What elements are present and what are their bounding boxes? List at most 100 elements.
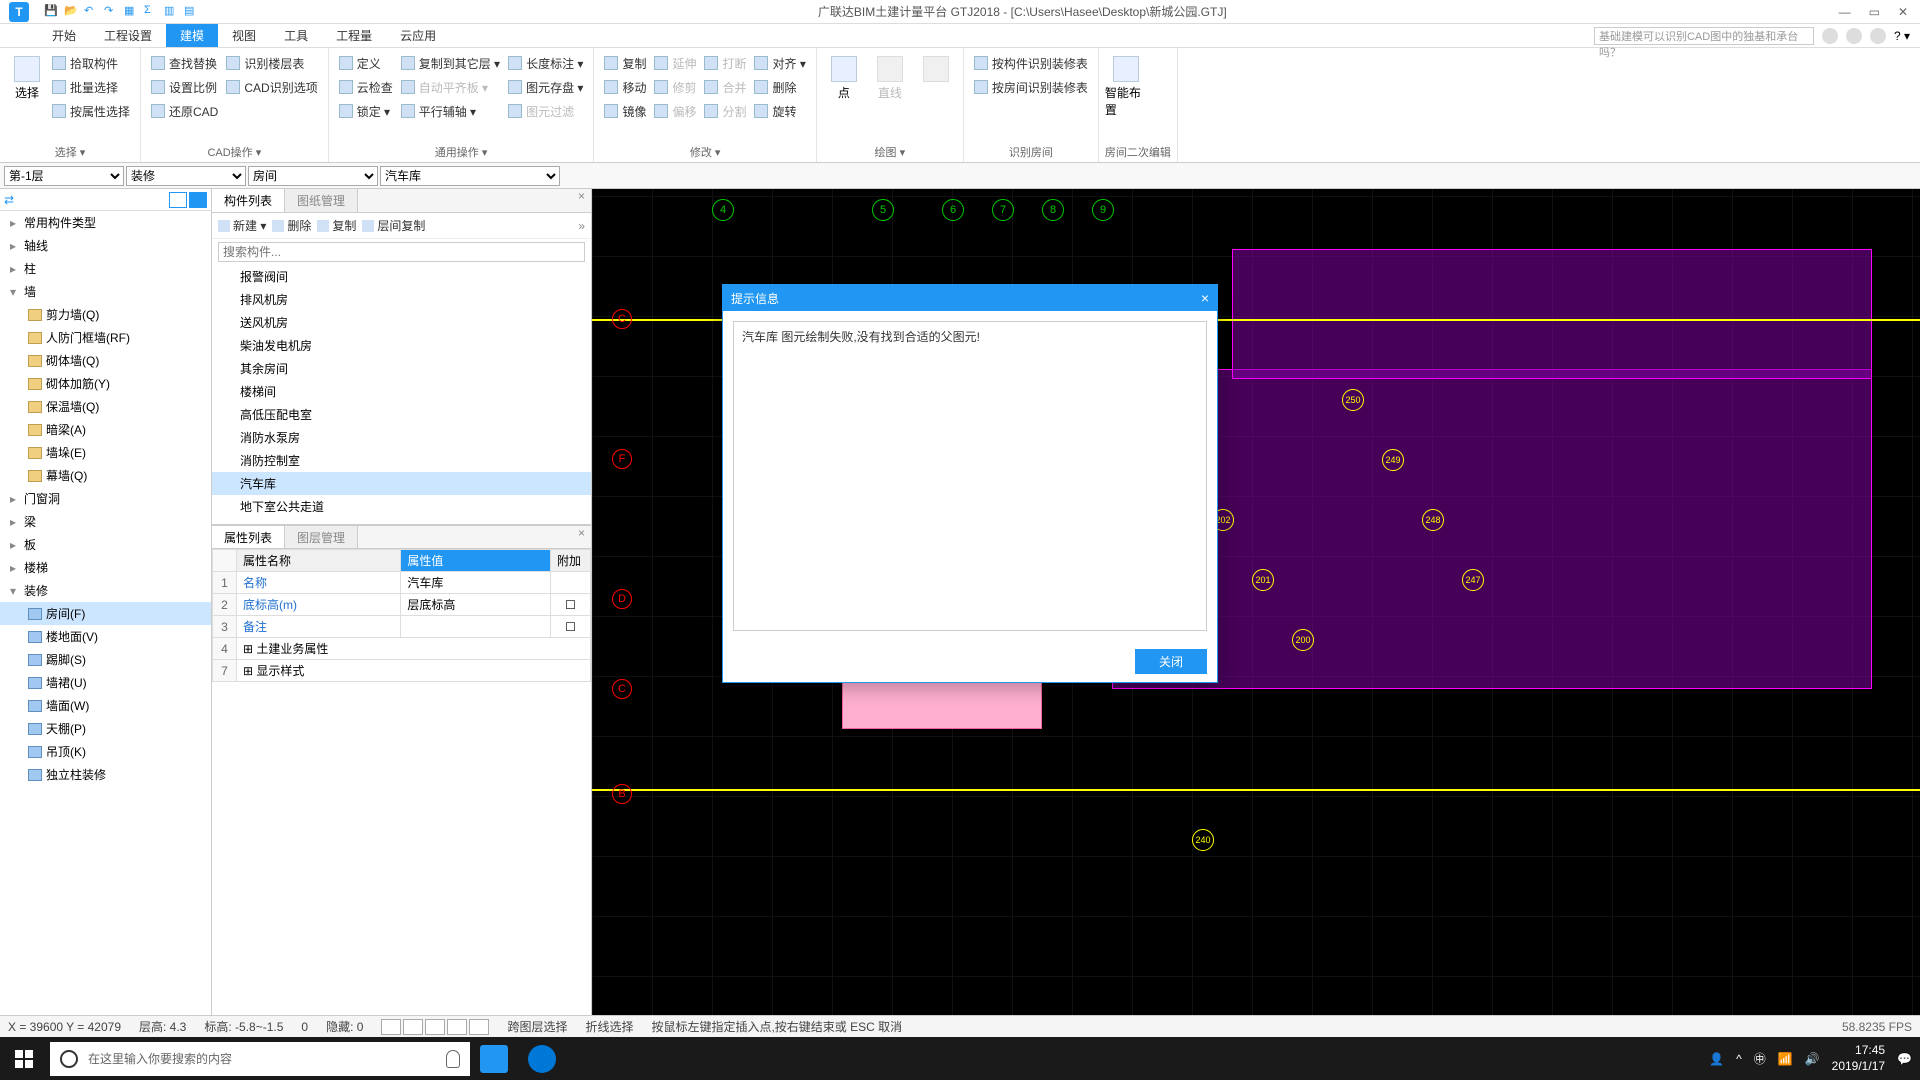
save-element-button[interactable]: 图元存盘 ▾ — [504, 76, 587, 98]
qat-redo-icon[interactable]: ↷ — [104, 4, 120, 20]
align-button[interactable]: 对齐 ▾ — [750, 52, 809, 74]
tree-curtain-wall[interactable]: 幕墙(Q) — [0, 464, 211, 487]
status-tool-button[interactable] — [447, 1019, 467, 1035]
list-item[interactable]: 排风机房 — [212, 288, 591, 311]
taskbar-app-edge[interactable] — [518, 1037, 566, 1080]
tree-column-decoration[interactable]: 独立柱装修 — [0, 763, 211, 786]
floor-select[interactable]: 第-1层 — [4, 166, 124, 186]
mirror-button[interactable]: 镜像 — [600, 100, 650, 122]
list-item[interactable]: 消防水泵房 — [212, 426, 591, 449]
list-item[interactable]: 楼梯间 — [212, 380, 591, 403]
maximize-icon[interactable]: ▭ — [1869, 5, 1880, 19]
cross-layer-select[interactable]: 跨图层选择 — [507, 1018, 567, 1035]
qat-icon[interactable]: ▦ — [124, 4, 140, 20]
cad-canvas[interactable]: 4 5 6 7 8 9 C F D C B 204 203 202 201 20… — [592, 189, 1920, 1037]
tree-insulation-wall[interactable]: 保温墙(Q) — [0, 395, 211, 418]
tab-quantity[interactable]: 工程量 — [322, 24, 386, 47]
length-dimension-button[interactable]: 长度标注 ▾ — [504, 52, 587, 74]
find-replace-button[interactable]: 查找替换 — [147, 52, 222, 74]
list-item[interactable]: 地下室公共走道 — [212, 495, 591, 518]
polyline-select[interactable]: 折线选择 — [585, 1018, 633, 1035]
tray-volume-icon[interactable]: 🔊 — [1805, 1052, 1820, 1066]
tree-door-window[interactable]: ▸门窗洞 — [0, 487, 211, 510]
tree-wall[interactable]: ▾墙 — [0, 280, 211, 303]
minimize-icon[interactable]: — — [1839, 5, 1851, 19]
tab-view[interactable]: 视图 — [218, 24, 270, 47]
list-item[interactable]: 高低压配电室 — [212, 403, 591, 426]
tab-cloud[interactable]: 云应用 — [386, 24, 450, 47]
define-button[interactable]: 定义 — [335, 52, 397, 74]
status-tool-button[interactable] — [403, 1019, 423, 1035]
identify-by-component-button[interactable]: 按构件识别装修表 — [970, 52, 1092, 74]
dialog-close-button[interactable]: 关闭 — [1135, 649, 1207, 674]
tray-ime-icon[interactable]: ㊥ — [1754, 1050, 1766, 1067]
taskbar-search[interactable]: 在这里输入你要搜索的内容 — [50, 1042, 470, 1076]
status-tool-button[interactable] — [469, 1019, 489, 1035]
component-list-tab[interactable]: 构件列表 — [212, 189, 285, 212]
component-tree[interactable]: ▸常用构件类型 ▸轴线 ▸柱 ▾墙 剪力墙(Q) 人防门框墙(RF) 砌体墙(Q… — [0, 211, 211, 1037]
qat-icon[interactable]: Σ — [144, 4, 160, 20]
restore-cad-button[interactable]: 还原CAD — [147, 100, 222, 122]
qat-save-icon[interactable]: 💾 — [44, 4, 60, 20]
close-icon[interactable]: ✕ — [1898, 5, 1908, 19]
delete-button[interactable]: 删除 — [750, 76, 809, 98]
component-list[interactable]: 报警阀间 排风机房 送风机房 柴油发电机房 其余房间 楼梯间 高低压配电室 消防… — [212, 265, 591, 525]
category-select[interactable]: 装修 — [126, 166, 246, 186]
parallel-aux-axis-button[interactable]: 平行辅轴 ▾ — [397, 100, 504, 122]
layer-management-tab[interactable]: 图层管理 — [285, 526, 358, 548]
property-list-tab[interactable]: 属性列表 — [212, 526, 285, 548]
tree-suspended-ceiling[interactable]: 吊顶(K) — [0, 740, 211, 763]
tree-stair[interactable]: ▸楼梯 — [0, 556, 211, 579]
tree-hidden-beam[interactable]: 暗梁(A) — [0, 418, 211, 441]
user-icon[interactable] — [1822, 28, 1838, 44]
status-tool-button[interactable] — [381, 1019, 401, 1035]
tree-common[interactable]: ▸常用构件类型 — [0, 211, 211, 234]
toolbar-more-icon[interactable]: » — [578, 219, 585, 233]
point-button[interactable]: 点 — [823, 52, 865, 142]
copy-between-floors-button[interactable]: 层间复制 — [362, 217, 425, 234]
qat-icon[interactable]: ▥ — [164, 4, 180, 20]
qat-undo-icon[interactable]: ↶ — [84, 4, 100, 20]
new-component-button[interactable]: 新建 ▾ — [218, 217, 266, 234]
cloud-check-button[interactable]: 云检查 — [335, 76, 397, 98]
element-select[interactable]: 汽车库 — [380, 166, 560, 186]
dialog-title-bar[interactable]: 提示信息 × — [723, 285, 1217, 311]
tree-axis[interactable]: ▸轴线 — [0, 234, 211, 257]
dialog-close-icon[interactable]: × — [1201, 290, 1209, 306]
taskbar-clock[interactable]: 17:45 2019/1/17 — [1832, 1043, 1885, 1074]
copy-component-button[interactable]: 复制 — [317, 217, 356, 234]
help-icon[interactable]: ? ▾ — [1894, 29, 1910, 43]
list-item-selected[interactable]: 汽车库 — [212, 472, 591, 495]
delete-component-button[interactable]: 删除 — [272, 217, 311, 234]
list-item[interactable]: 消防控制室 — [212, 449, 591, 472]
rotate-button[interactable]: 旋转 — [750, 100, 809, 122]
pin-icon[interactable]: ⇄ — [4, 193, 14, 207]
tree-beam[interactable]: ▸梁 — [0, 510, 211, 533]
tree-column[interactable]: ▸柱 — [0, 257, 211, 280]
identify-by-room-button[interactable]: 按房间识别装修表 — [970, 76, 1092, 98]
tree-masonry-reinforce[interactable]: 砌体加筋(Y) — [0, 372, 211, 395]
status-tool-button[interactable] — [425, 1019, 445, 1035]
tree-floor-finish[interactable]: 楼地面(V) — [0, 625, 211, 648]
prop-close-icon[interactable]: × — [572, 526, 591, 548]
tree-room[interactable]: 房间(F) — [0, 602, 211, 625]
move-button[interactable]: 移动 — [600, 76, 650, 98]
qat-icon[interactable]: ▤ — [184, 4, 200, 20]
set-scale-button[interactable]: 设置比例 — [147, 76, 222, 98]
tree-slab[interactable]: ▸板 — [0, 533, 211, 556]
mic-icon[interactable] — [446, 1050, 460, 1068]
tree-wall-pier[interactable]: 墙垛(E) — [0, 441, 211, 464]
tray-notifications-icon[interactable]: 💬 — [1897, 1052, 1912, 1066]
select-button[interactable]: 选择 — [6, 52, 48, 142]
tab-project-settings[interactable]: 工程设置 — [90, 24, 166, 47]
mid-close-icon[interactable]: × — [572, 189, 591, 212]
smart-layout-button[interactable]: 智能布置 — [1105, 52, 1147, 142]
tree-view-grid-button[interactable] — [189, 192, 207, 208]
tab-start[interactable]: 开始 — [38, 24, 90, 47]
tree-civil-defense-door[interactable]: 人防门框墙(RF) — [0, 326, 211, 349]
list-item[interactable]: 报警阀间 — [212, 265, 591, 288]
copy-button[interactable]: 复制 — [600, 52, 650, 74]
help-search-input[interactable]: 基础建模可以识别CAD图中的独基和承台吗？ — [1594, 27, 1814, 45]
batch-select-button[interactable]: 批量选择 — [48, 76, 134, 98]
list-item[interactable]: 送风机房 — [212, 311, 591, 334]
